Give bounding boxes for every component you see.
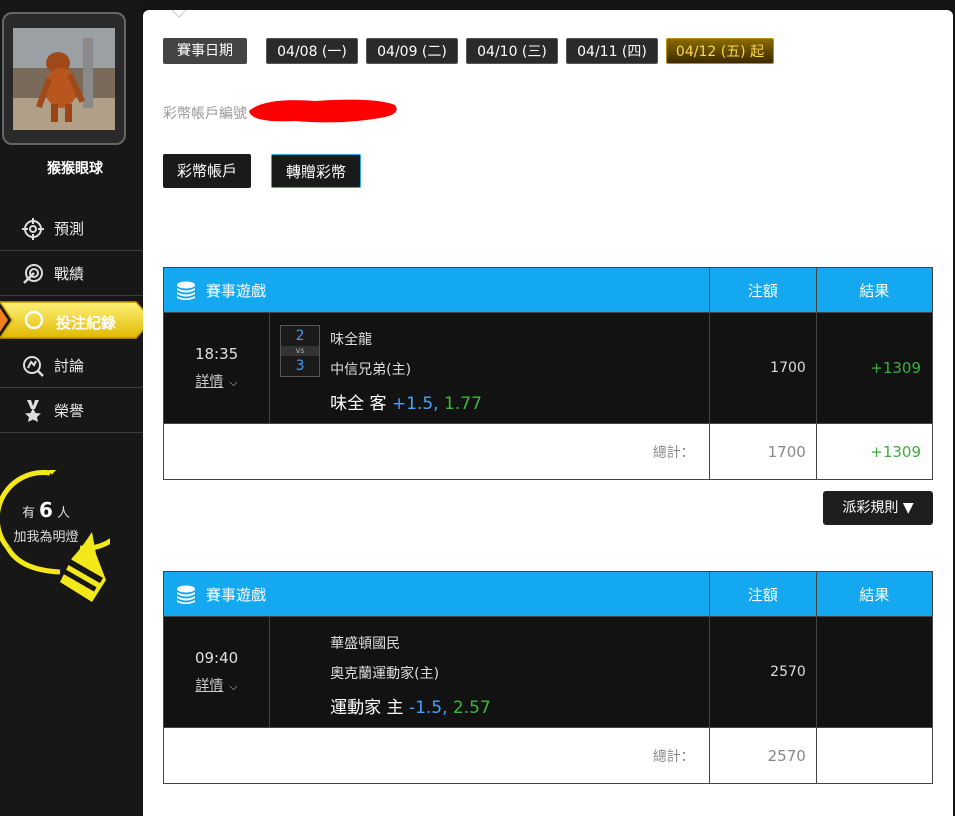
nav-label: 討論 [54, 357, 85, 375]
total-bet: 2570 [708, 727, 817, 784]
table-row: 09:40 詳情 ⌵ 華盛頓國民 奧克蘭運動家(主) 運動家 主 -1.5, 2.… [162, 616, 934, 728]
time-cell: 09:40 詳情 ⌵ [162, 616, 271, 728]
match-date-label: 賽事日期 [163, 38, 247, 64]
header-result: 結果 [815, 267, 934, 313]
header-game-label: 賽事遊戲 [206, 281, 267, 300]
date-btn-0411[interactable]: 04/11 (四) [566, 38, 658, 64]
total-label: 總計： [163, 727, 710, 784]
header-result: 結果 [815, 571, 934, 617]
chevron-down-icon: ⌵ [229, 680, 238, 693]
date-btn-0409[interactable]: 04/09 (二) [366, 38, 458, 64]
coin-stack-icon [177, 585, 195, 604]
nav-record[interactable]: 戰績 [0, 252, 143, 296]
match-cell: 2 vs 3 味全龍 中信兄弟(主) 味全 客 +1.5, 1.77 [269, 312, 710, 424]
nav-label-active: 投注紀錄 [56, 314, 117, 332]
fans-prefix: 有 [22, 506, 36, 521]
time-cell: 18:35 詳情 ⌵ [162, 312, 271, 424]
team-away: 味全龍 [330, 332, 373, 348]
score-away: 3 [295, 358, 305, 374]
pick-team: 運動家 主 [330, 698, 404, 718]
total-result: +1309 [815, 423, 934, 480]
total-row: 總計： 1700 +1309 [163, 423, 934, 480]
chevron-down-icon: ⌵ [229, 376, 238, 389]
coin-stack-icon [177, 281, 195, 300]
total-row: 總計： 2570 [163, 727, 934, 784]
bet-table-2: 賽事遊戲 注額 結果 09:40 詳情 ⌵ 華盛頓國民 奧克蘭運動家(主) 運動家… [162, 571, 934, 784]
bet-result: +1309 [815, 312, 934, 424]
coin-account-button[interactable]: 彩幣帳戶 [163, 154, 252, 188]
total-bet: 1700 [708, 423, 817, 480]
date-btn-0410[interactable]: 04/10 (三) [466, 38, 558, 64]
fans-caption: 加我為明燈 [13, 530, 79, 545]
team-home: 奧克蘭運動家(主) [330, 666, 440, 682]
header-bet: 注額 [708, 571, 817, 617]
header-bet: 注額 [708, 267, 817, 313]
discussion-icon [23, 355, 44, 377]
bet-table-1: 賽事遊戲 注額 結果 18:35 詳情 ⌵ 2 vs 3 味全龍 中信兄弟(主) … [162, 267, 934, 480]
payout-rules-button[interactable]: 派彩規則 ▼ [823, 491, 933, 525]
avatar-frame[interactable] [2, 12, 126, 145]
medal-icon [25, 399, 41, 422]
fans-suffix: 人 [56, 506, 70, 521]
pick-team: 味全 客 [330, 394, 387, 414]
scorebox: 2 vs 3 [280, 325, 321, 377]
match-time: 18:35 [194, 345, 239, 363]
match-cell: 華盛頓國民 奧克蘭運動家(主) 運動家 主 -1.5, 2.57 [269, 616, 710, 728]
fans-count-line: 有6人 [0, 498, 92, 522]
detail-link[interactable]: 詳情 ⌵ [195, 675, 237, 695]
pick-odds: 1.77 [444, 394, 482, 414]
nav-predict[interactable]: 預測 [0, 207, 143, 251]
header-game-label: 賽事遊戲 [206, 585, 267, 604]
avatar [13, 28, 115, 130]
match-time: 09:40 [194, 649, 239, 667]
score-vs: vs [281, 346, 320, 356]
bet-result [815, 616, 934, 728]
date-btn-0408[interactable]: 04/08 (一) [266, 38, 358, 64]
bet-pick: 運動家 主 -1.5, 2.57 [330, 693, 491, 718]
redaction-mark [249, 99, 397, 123]
nav-discussion[interactable]: 討論 [0, 344, 143, 388]
total-result [815, 727, 934, 784]
pick-spread: -1.5, [408, 698, 448, 718]
nav-honor[interactable]: 榮譽 [0, 389, 143, 433]
table-header: 賽事遊戲 注額 結果 [163, 267, 934, 313]
sidebar: 猴猴眼球 預測 戰績 投注紀錄 討論 榮譽 有6人 加我為明燈 [0, 0, 152, 816]
transfer-coin-button[interactable]: 轉贈彩幣 [271, 154, 362, 188]
detail-label: 詳情 [195, 374, 224, 390]
table-row: 18:35 詳情 ⌵ 2 vs 3 味全龍 中信兄弟(主) 味全 客 +1.5, … [162, 312, 934, 424]
detail-label: 詳情 [195, 678, 224, 694]
header-game: 賽事遊戲 [163, 267, 710, 313]
nav-label: 預測 [54, 220, 85, 238]
header-game: 賽事遊戲 [163, 571, 710, 617]
nav-label: 榮譽 [54, 402, 85, 420]
nav-label: 戰績 [54, 265, 85, 283]
fans-count: 6 [39, 498, 53, 522]
account-number-label: 彩幣帳戶編號 [163, 106, 247, 122]
team-home: 中信兄弟(主) [330, 362, 412, 378]
table-header: 賽事遊戲 注額 結果 [163, 571, 934, 617]
total-label: 總計： [163, 423, 710, 480]
panel-notch [172, 10, 186, 18]
bet-amount: 1700 [708, 312, 817, 424]
crosshair-icon [22, 217, 44, 240]
pick-odds: 2.57 [452, 698, 491, 718]
date-btn-0412[interactable]: 04/12 (五) 起 [666, 38, 774, 64]
username: 猴猴眼球 [47, 161, 103, 177]
bet-amount: 2570 [708, 616, 817, 728]
bet-pick: 味全 客 +1.5, 1.77 [330, 389, 482, 414]
team-away: 華盛頓國民 [330, 636, 401, 652]
pick-spread: +1.5, [391, 394, 439, 414]
detail-link[interactable]: 詳情 ⌵ [195, 371, 237, 391]
score-home: 2 [295, 328, 305, 344]
target-icon [23, 263, 43, 284]
